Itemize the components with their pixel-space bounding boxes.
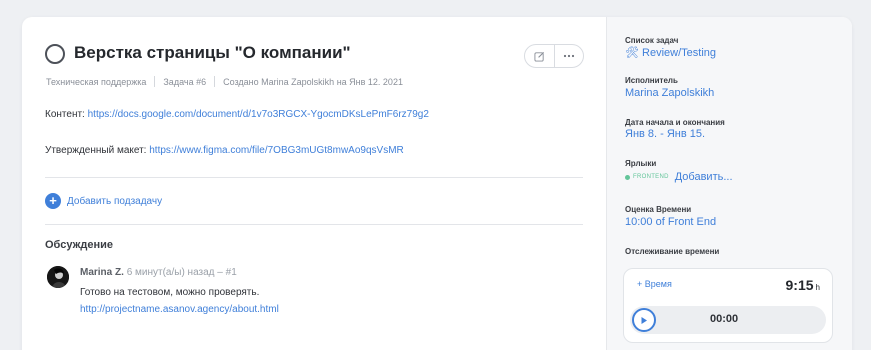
discussion-title: Обсуждение	[45, 239, 113, 251]
tasklist-value[interactable]: 🛠 Review/Testing	[625, 46, 716, 59]
meta-divider	[214, 76, 216, 87]
dates-label: Дата начала и окончания	[625, 118, 725, 127]
comment-author: Marina Z.	[80, 267, 124, 278]
divider	[45, 177, 583, 178]
task-sidebar: Список задач 🛠 Review/Testing Исполнител…	[606, 17, 852, 350]
project-link[interactable]: Техническая поддержка	[46, 77, 146, 87]
mockup-label: Утвержденный макет:	[45, 145, 147, 156]
complete-task-checkbox[interactable]	[45, 44, 65, 64]
edit-button[interactable]	[525, 45, 554, 67]
task-title: Верстка страницы "О компании"	[74, 43, 351, 62]
comment-header: Marina Z. 6 минут(а/ы) назад – #1	[80, 267, 237, 278]
tag-frontend[interactable]: FRONTEND	[633, 174, 669, 180]
estimate-label: Оценка Времени	[625, 205, 692, 214]
task-main: Верстка страницы "О компании" Техническа…	[22, 17, 606, 350]
start-timer-button[interactable]	[632, 308, 656, 332]
comment-time: 6 минут(а/ы) назад – #1	[126, 267, 237, 278]
task-number: Задача #6	[163, 76, 207, 87]
timer-bar: 00:00	[630, 306, 826, 334]
more-button[interactable]	[553, 45, 584, 67]
tracked-total-value: 9:15	[785, 277, 814, 293]
timer-clock: 00:00	[710, 313, 739, 325]
task-meta: Техническая поддержка Задача #6 Создано …	[46, 76, 403, 87]
divider	[45, 224, 583, 225]
add-tag-button[interactable]: Добавить...	[675, 171, 733, 183]
tags-label: Ярлыки	[625, 159, 657, 168]
more-icon	[563, 54, 574, 58]
add-subtask-button[interactable]: + Добавить подзадачу	[45, 193, 162, 209]
avatar	[47, 266, 69, 288]
tags-row: FRONTEND Добавить...	[625, 171, 733, 183]
edit-icon	[534, 51, 544, 62]
created-info: Создано Marina Zapolskikh на Янв 12. 202…	[223, 76, 403, 87]
task-actions	[524, 44, 584, 68]
add-subtask-label: Добавить подзадачу	[67, 195, 163, 207]
mockup-link[interactable]: https://www.figma.com/file/7OBG3mUGt8mwA…	[149, 145, 404, 156]
estimate-value[interactable]: 10:00 of Front End	[625, 216, 716, 228]
content-label: Контент:	[45, 109, 85, 120]
tag-dot	[625, 174, 630, 180]
assignee-label: Исполнитель	[625, 76, 678, 85]
task-card: Верстка страницы "О компании" Техническа…	[22, 17, 852, 350]
tasklist-label: Список задач	[625, 36, 679, 45]
content-link[interactable]: https://docs.google.com/document/d/1v7o3…	[88, 109, 429, 120]
meta-divider	[154, 76, 156, 87]
assignee-value[interactable]: Marina Zapolskikh	[625, 87, 714, 99]
dates-value[interactable]: Янв 8. - Янв 15.	[625, 128, 705, 140]
mockup-line: Утвержденный макет: https://www.figma.co…	[45, 145, 404, 156]
tracked-total: 9:15 h	[786, 277, 820, 293]
tracking-label: Отслеживание времени	[625, 247, 720, 256]
content-line: Контент: https://docs.google.com/documen…	[45, 109, 429, 120]
plus-icon: +	[45, 193, 61, 209]
add-time-button[interactable]: + Время	[637, 279, 672, 289]
play-icon	[641, 316, 647, 324]
time-tracker: + Время 9:15 h 00:00	[623, 268, 833, 343]
comment-text: Готово на тестовом, можно проверять.	[80, 287, 260, 298]
comment-link[interactable]: http://projectname.asanov.agency/about.h…	[80, 304, 279, 315]
tracked-total-unit: h	[815, 283, 820, 292]
